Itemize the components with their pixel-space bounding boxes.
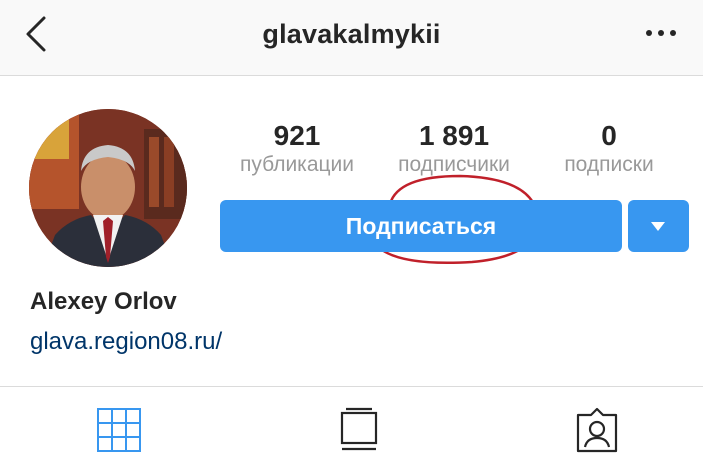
profile-tab-bar <box>0 386 703 458</box>
tagged-icon <box>576 407 618 453</box>
caret-down-icon <box>651 222 665 231</box>
profile-avatar[interactable] <box>29 109 187 267</box>
followers-count: 1 891 <box>418 120 490 151</box>
profile-photo <box>29 109 187 267</box>
tab-tagged[interactable] <box>574 407 620 453</box>
tab-grid[interactable] <box>96 407 142 453</box>
profile-website-link[interactable]: glava.region08.ru/ <box>30 328 222 356</box>
profile-full-name: Alexey Orlov <box>30 288 177 315</box>
more-horizontal-icon <box>646 30 652 36</box>
posts-stat: 921 публикации <box>224 120 370 178</box>
top-nav-bar: glavakalmykii <box>0 0 703 76</box>
followers-label: подписчики <box>398 153 510 176</box>
follow-button[interactable]: Подписаться <box>220 200 622 252</box>
feed-icon <box>340 407 378 451</box>
profile-username: glavakalmykii <box>262 19 441 49</box>
posts-label: публикации <box>240 153 354 176</box>
more-options-button[interactable] <box>644 26 684 40</box>
following-label: подписки <box>564 153 654 176</box>
followers-stat[interactable]: 1 891 подписчики <box>378 120 530 178</box>
suggestions-dropdown-button[interactable] <box>628 200 689 252</box>
profile-header: 921 публикации 1 891 подписчики 0 подпис… <box>0 76 703 386</box>
following-stat[interactable]: 0 подписки <box>545 120 673 178</box>
grid-icon <box>97 408 141 452</box>
following-count: 0 <box>601 120 617 151</box>
tab-feed[interactable] <box>336 407 382 453</box>
posts-count: 921 <box>273 120 321 151</box>
